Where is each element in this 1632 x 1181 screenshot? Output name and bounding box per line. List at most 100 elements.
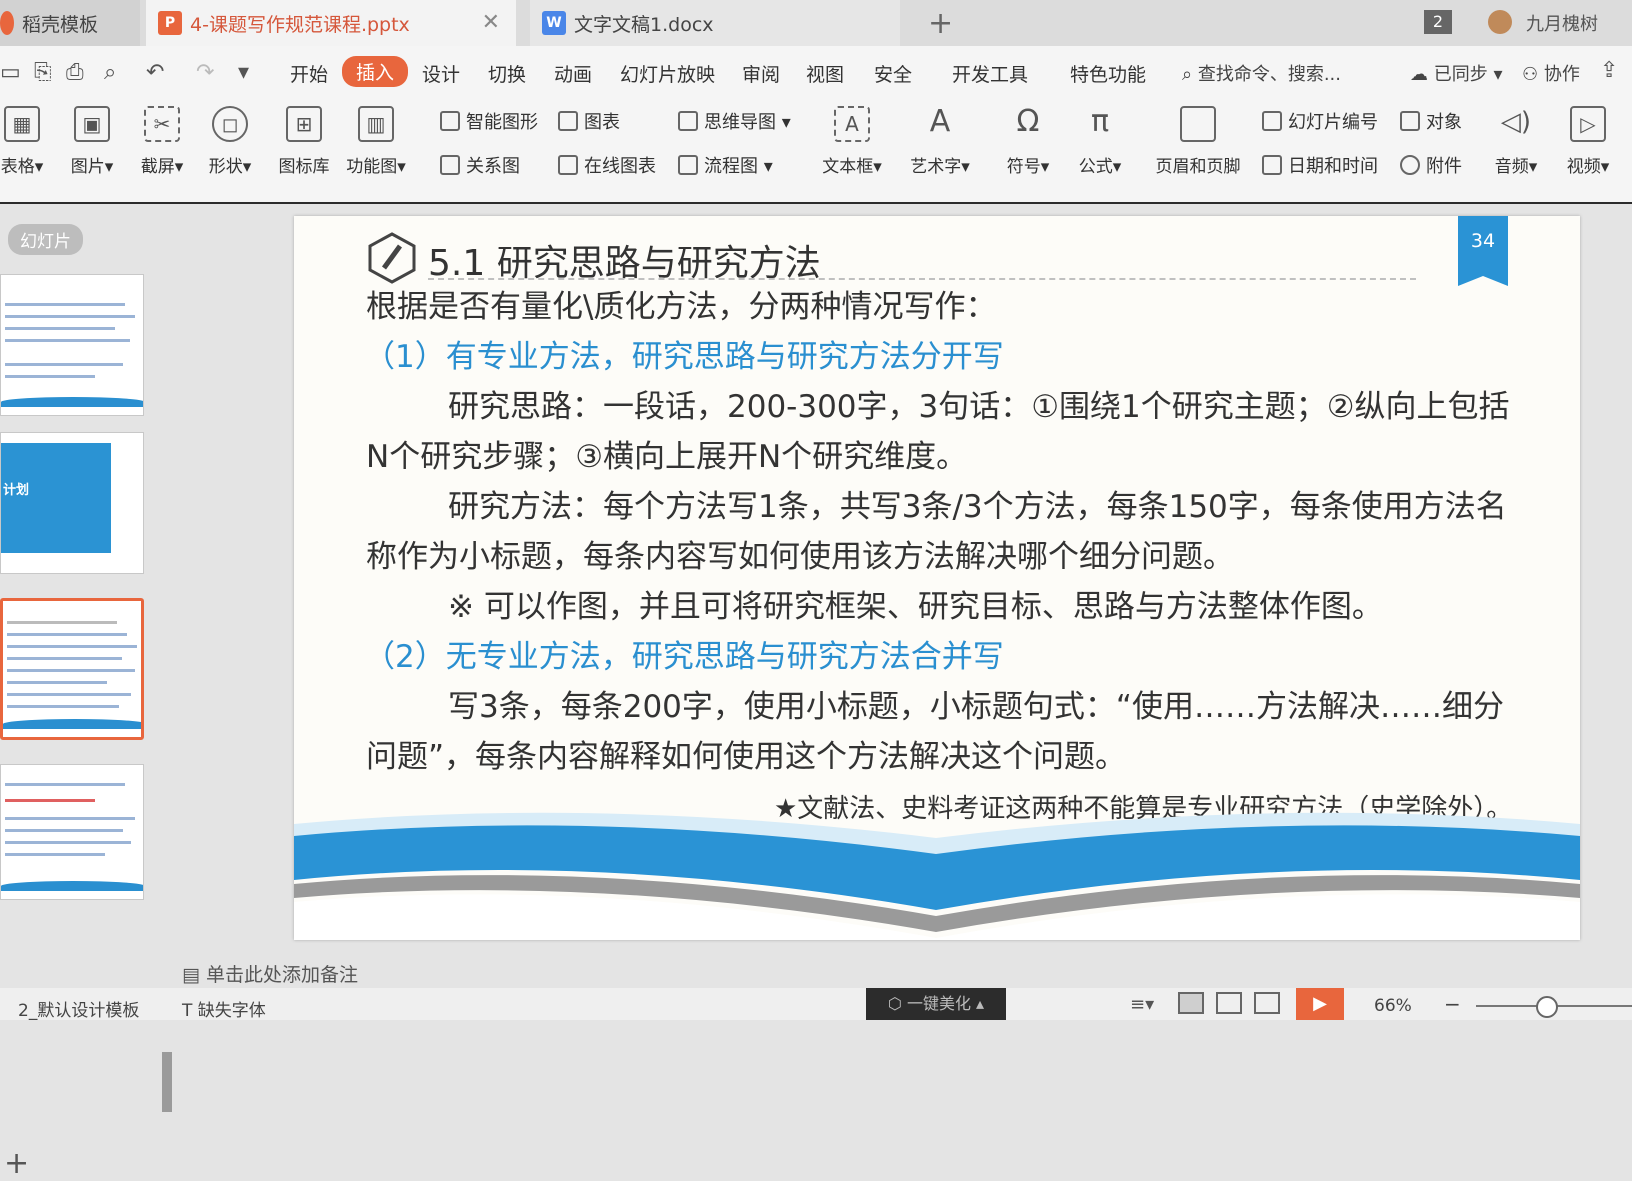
shape-button[interactable]: ◻ 形状▾ <box>190 106 270 177</box>
tab-pptx-document[interactable]: P 4-课题写作规范课程.pptx ✕ <box>146 0 516 46</box>
add-slide-icon[interactable]: + <box>4 1146 29 1181</box>
function-chart-button[interactable]: ▥ 功能图▾ <box>336 106 416 177</box>
menu-bar: ▭ ⎘ ⎙ ⌕ ↶ ↷ ▾ 开始 插入 设计 切换 动画 幻灯片放映 审阅 视图… <box>0 46 1632 96</box>
audio-button[interactable]: ◁) 音频▾ <box>1478 106 1554 177</box>
picture-button[interactable]: ▣ 图片▾ <box>52 106 132 177</box>
flowchart-button[interactable]: 流程图 ▾ <box>678 152 773 178</box>
object-button[interactable]: 对象 <box>1400 108 1462 134</box>
tab-label: 稻壳模板 <box>22 13 99 36</box>
bar-chart-icon <box>558 111 578 131</box>
relation-chart-button[interactable]: 关系图 <box>440 152 520 178</box>
notes-placeholder[interactable]: ▤ 单击此处添加备注 <box>182 960 358 987</box>
sync-status[interactable]: ☁ 已同步 ▾ <box>1410 60 1503 86</box>
icon-library-button[interactable]: ⊞ 图标库 <box>264 106 344 177</box>
header-footer-button[interactable]: 页眉和页脚 <box>1148 106 1248 177</box>
thumbnail-scrollbar[interactable] <box>162 1052 172 1112</box>
wordart-button[interactable]: A 艺术字▾ <box>900 104 980 178</box>
slide-text: 研究方法：每个方法写1条，共写3条/3个方法，每条150字，每条使用方法名 <box>448 489 1507 525</box>
beautify-icon: ⬡ <box>887 994 902 1013</box>
menu-developer[interactable]: 开发工具 <box>952 60 1028 87</box>
chart-button[interactable]: 图表 <box>558 108 620 134</box>
normal-view-icon[interactable] <box>1178 992 1204 1014</box>
tab-label: 文字文稿1.docx <box>574 13 714 36</box>
menu-special[interactable]: 特色功能 <box>1070 60 1146 87</box>
symbol-button[interactable]: Ω 符号▾ <box>988 104 1068 178</box>
omega-icon: Ω <box>1016 104 1040 139</box>
close-tab-icon[interactable]: ✕ <box>482 10 500 35</box>
window-count-badge[interactable]: 2 <box>1424 10 1452 34</box>
search-icon: ⌕ <box>1182 64 1193 85</box>
book-page-decoration <box>294 812 1580 940</box>
menu-security[interactable]: 安全 <box>874 60 912 87</box>
play-slideshow-button[interactable]: ▶ <box>1296 988 1344 1020</box>
print-icon[interactable]: ⎙ <box>66 60 84 85</box>
missing-font-button[interactable]: T 缺失字体 <box>182 996 266 1021</box>
slide-sorter-icon[interactable] <box>1216 992 1242 1014</box>
online-chart-button[interactable]: 在线图表 <box>558 152 656 178</box>
reading-view-icon[interactable] <box>1254 992 1280 1014</box>
slide-text: 研究思路：一段话，200-300字，3句话：①围绕1个研究主题；②纵向上包括 <box>448 389 1510 425</box>
menu-slideshow[interactable]: 幻灯片放映 <box>620 60 715 87</box>
picture-icon: ▣ <box>74 106 110 142</box>
formula-button[interactable]: π 公式▾ <box>1060 106 1140 178</box>
attachment-button[interactable]: 附件 <box>1400 152 1462 178</box>
zoom-slider-handle[interactable] <box>1536 996 1558 1018</box>
menu-animation[interactable]: 动画 <box>554 60 592 87</box>
title-divider <box>428 278 1416 280</box>
slide-text: 写3条，每条200字，使用小标题，小标题句式：“使用……方法解决……细分 <box>448 689 1504 725</box>
file-icon[interactable]: ▭ <box>0 60 21 85</box>
font-icon: T <box>182 1001 193 1021</box>
print-preview-icon[interactable]: ⌕ <box>104 60 116 85</box>
menu-design[interactable]: 设计 <box>422 60 460 87</box>
thumbnail-title: 计划 <box>3 483 30 498</box>
undo-icon[interactable]: ↶ <box>146 60 164 85</box>
collaborate-button[interactable]: ⚇ 协作 <box>1522 60 1580 86</box>
customize-dropdown-icon[interactable]: ▾ <box>238 60 249 85</box>
zoom-out-icon[interactable]: − <box>1444 992 1461 1016</box>
textbox-button[interactable]: A 文本框▾ <box>812 106 892 177</box>
document-icon: W <box>542 11 566 35</box>
command-search[interactable]: ⌕ 查找命令、搜索... <box>1182 60 1341 86</box>
presentation-icon: P <box>158 11 182 35</box>
person-icon: ⚇ <box>1522 64 1539 85</box>
menu-transition[interactable]: 切换 <box>488 60 526 87</box>
smart-shape-button[interactable]: 智能图形 <box>440 108 538 134</box>
play-icon: ▶ <box>1313 993 1327 1014</box>
tab-docx-document[interactable]: W 文字文稿1.docx <box>530 0 900 46</box>
slide-thumbnail[interactable]: 计划 <box>0 432 144 574</box>
save-icon[interactable]: ⎘ <box>34 60 52 85</box>
avatar[interactable] <box>1488 10 1512 34</box>
tab-daoke-templates[interactable]: 稻壳模板 <box>0 0 140 46</box>
datetime-button[interactable]: 日期和时间 <box>1262 152 1378 178</box>
beautify-button[interactable]: ⬡ 一键美化 ▴ <box>866 988 1006 1020</box>
menu-view[interactable]: 视图 <box>806 60 844 87</box>
slide-thumbnail-selected[interactable] <box>0 598 144 740</box>
slide-thumbnail[interactable] <box>0 764 144 900</box>
new-tab-icon[interactable]: + <box>928 6 953 41</box>
insert-ribbon: ▦ 表格▾ ▣ 图片▾ ✂ 截屏▾ ◻ 形状▾ ⊞ 图标库 ▥ 功能图▾ 智能图形 图表 思… <box>0 96 1632 204</box>
slides-tab-label[interactable]: 幻灯片 <box>8 224 83 255</box>
user-name[interactable]: 九月槐树 <box>1526 10 1598 36</box>
share-icon[interactable]: ⇪ <box>1600 58 1618 83</box>
slide-number-button[interactable]: 幻灯片编号 <box>1262 108 1378 134</box>
slide-thumbnail[interactable] <box>0 274 144 416</box>
menu-insert[interactable]: 插入 <box>342 56 409 87</box>
flowchart-icon <box>678 155 698 175</box>
zoom-level[interactable]: 66% <box>1374 996 1412 1016</box>
wordart-icon: A <box>929 104 951 139</box>
mindmap-button[interactable]: 思维导图 ▾ <box>678 108 791 134</box>
page-number-badge: 34 <box>1458 216 1508 286</box>
slide-canvas[interactable]: 5.1 研究思路与研究方法 34 根据是否有量化\质化方法，分两种情况写作： （… <box>294 216 1580 940</box>
redo-icon[interactable]: ↷ <box>196 60 214 85</box>
speaker-icon: ◁) <box>1500 107 1532 137</box>
slide-thumbnail-panel: 幻灯片 计划 + <box>0 204 176 1181</box>
tab-label: 4-课题写作规范课程.pptx <box>190 13 410 36</box>
design-template-name[interactable]: 2_默认设计模板 <box>18 996 139 1021</box>
menu-home[interactable]: 开始 <box>290 60 328 87</box>
video-button[interactable]: ▷ 视频▾ <box>1548 106 1628 177</box>
slide-heading-1: （1）有专业方法，研究思路与研究方法分开写 <box>364 339 1004 375</box>
object-icon <box>1400 111 1420 131</box>
notes-toggle-icon[interactable]: ≡▾ <box>1130 994 1154 1015</box>
menu-review[interactable]: 审阅 <box>742 60 780 87</box>
cloud-icon: ☁ <box>1410 64 1428 85</box>
